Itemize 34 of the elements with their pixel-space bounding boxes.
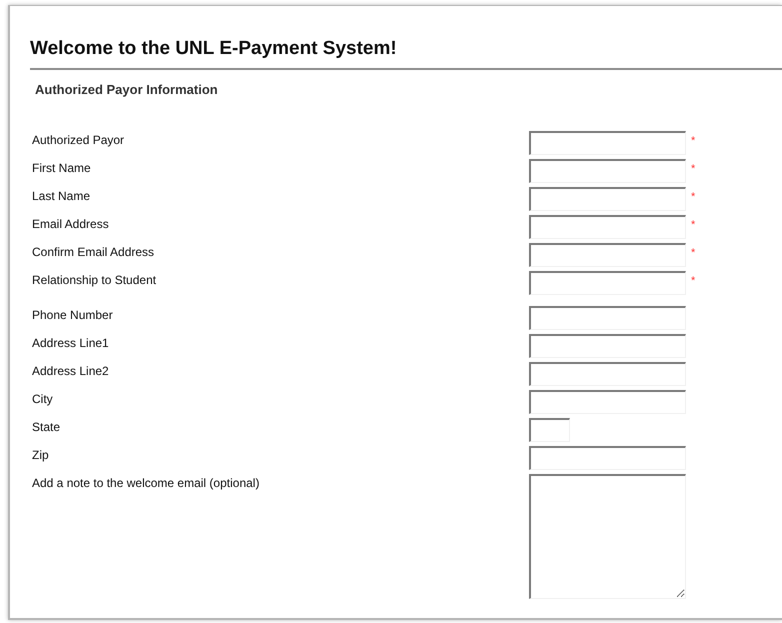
text-field[interactable]	[529, 215, 686, 239]
text-field[interactable]	[529, 334, 686, 358]
required-mark: *	[691, 191, 696, 203]
field-label: Confirm Email Address	[31, 244, 156, 259]
text-field[interactable]	[529, 271, 686, 295]
field-label: Phone Number	[31, 307, 114, 322]
field-label: City	[31, 391, 54, 406]
field-label: Email Address	[31, 216, 110, 231]
required-mark: *	[691, 219, 696, 231]
field-label: Zip	[31, 447, 50, 462]
text-field[interactable]	[529, 390, 686, 414]
text-field[interactable]	[529, 187, 686, 211]
field-label: State	[31, 419, 62, 434]
text-field[interactable]	[529, 446, 686, 470]
field-label: Relationship to Student	[31, 272, 158, 287]
field-label: Address Line2	[31, 363, 110, 378]
required-mark: *	[691, 275, 696, 287]
required-mark: *	[691, 163, 696, 175]
field-label: Address Line1	[31, 335, 110, 350]
text-field[interactable]	[529, 243, 686, 267]
text-field[interactable]	[529, 362, 686, 386]
text-field[interactable]	[529, 418, 570, 442]
field-label: Last Name	[31, 188, 92, 203]
note-field[interactable]	[529, 474, 686, 599]
field-label: Authorized Payor	[31, 132, 126, 147]
section-heading: Authorized Payor Information	[35, 82, 219, 98]
text-field[interactable]	[529, 306, 686, 330]
page-title: Welcome to the UNL E-Payment System!	[30, 37, 398, 61]
required-mark: *	[691, 247, 696, 259]
text-field[interactable]	[529, 159, 686, 183]
text-field[interactable]	[529, 131, 686, 155]
required-mark: *	[691, 135, 696, 147]
field-label: Add a note to the welcome email (optional)	[31, 475, 260, 490]
field-label: First Name	[31, 160, 92, 175]
